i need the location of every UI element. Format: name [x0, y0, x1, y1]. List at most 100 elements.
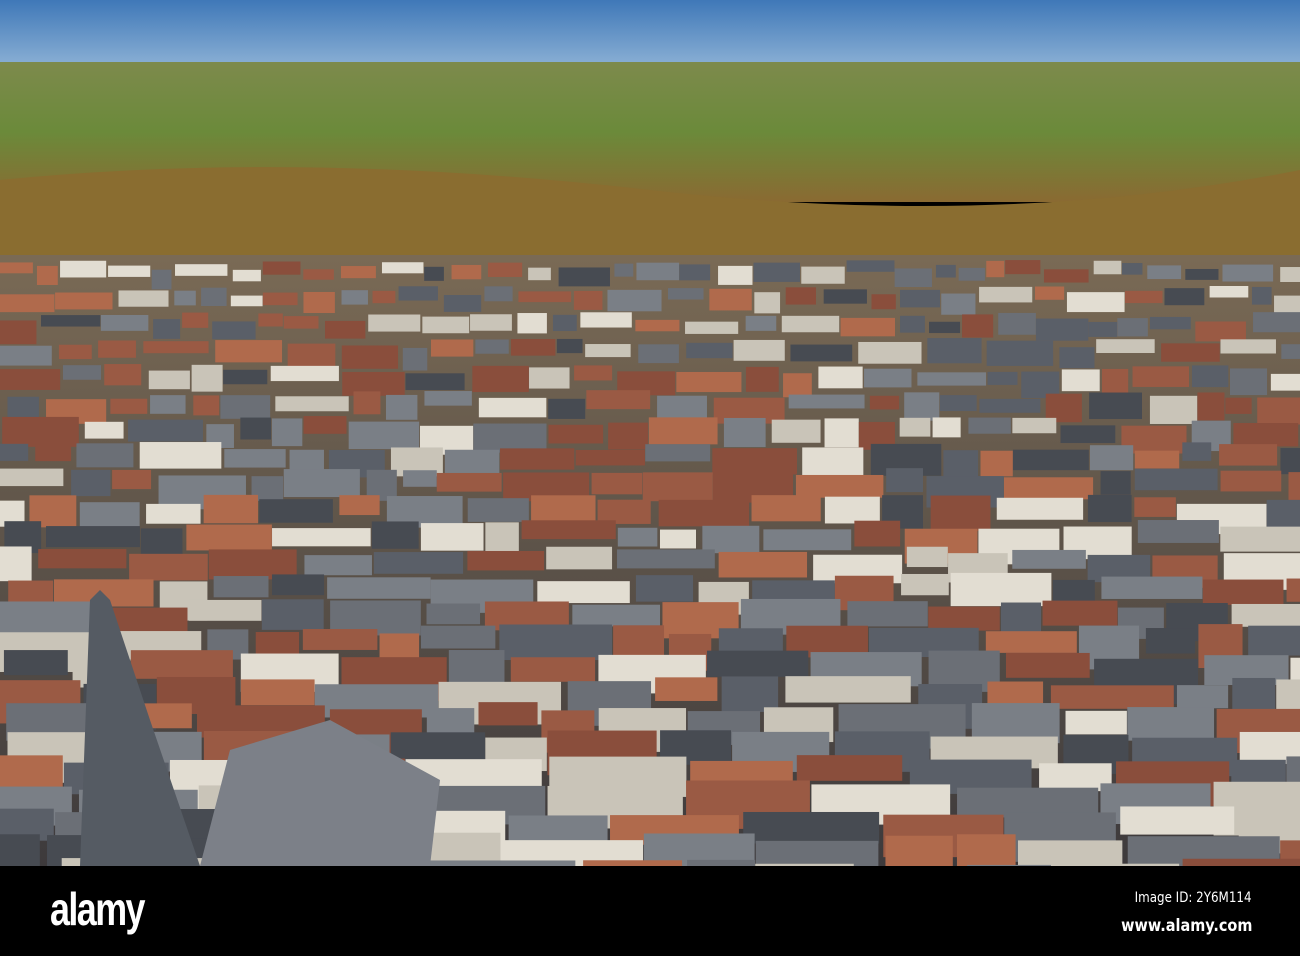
building-roof — [753, 262, 801, 282]
building-roof — [262, 292, 298, 306]
building-roof — [0, 443, 29, 461]
alamy-logo[interactable]: alamy — [50, 882, 146, 936]
building-roof — [864, 368, 912, 388]
building-roof — [232, 269, 261, 282]
building-roof — [518, 291, 572, 303]
building-roof — [283, 469, 360, 498]
building-roof — [340, 266, 376, 279]
building-roof — [745, 366, 779, 392]
building-roof — [707, 650, 809, 677]
building-roof — [193, 395, 220, 416]
building-roof — [1270, 373, 1300, 391]
building-roof — [840, 317, 896, 337]
building-roof — [431, 339, 474, 357]
building-roof — [398, 286, 438, 301]
building-roof — [58, 344, 92, 360]
building-roof — [785, 287, 816, 305]
building-roof — [580, 312, 632, 328]
building-roof — [1191, 365, 1229, 388]
building-roof — [980, 450, 1013, 477]
building-roof — [941, 293, 976, 315]
building-roof — [372, 290, 396, 304]
building-roof — [1197, 392, 1225, 421]
building-roof — [186, 524, 272, 551]
building-roof — [556, 338, 583, 354]
building-roof — [339, 495, 380, 516]
building-roof — [1280, 448, 1300, 475]
building-roof — [1220, 470, 1282, 492]
building-roof — [499, 624, 613, 661]
building-roof — [824, 496, 880, 524]
building-roof — [939, 395, 977, 412]
building-roof — [1117, 318, 1148, 337]
image-id: Image ID: 2Y6M114 — [1135, 890, 1252, 906]
building-roof — [60, 260, 107, 278]
building-roof — [191, 364, 223, 392]
building-roof — [104, 364, 142, 386]
building-roof — [552, 314, 577, 332]
building-roof — [424, 391, 472, 406]
building-roof — [1248, 625, 1300, 656]
building-roof — [55, 292, 113, 310]
building-roof — [745, 315, 777, 331]
building-roof — [35, 444, 72, 462]
building-roof — [230, 295, 263, 307]
building-roof — [40, 315, 101, 327]
building-roof — [182, 312, 209, 328]
building-roof — [475, 339, 509, 354]
building-roof — [3, 650, 68, 676]
building-roof — [968, 417, 1011, 434]
building-roof — [858, 341, 922, 364]
building-roof — [1043, 269, 1089, 283]
building-roof — [1012, 549, 1086, 569]
building-roof — [487, 262, 523, 277]
building-roof — [1042, 600, 1118, 626]
building-roof — [558, 267, 610, 287]
building-roof — [928, 606, 1000, 631]
building-roof — [900, 289, 941, 308]
building-roof — [470, 314, 512, 331]
building-roof — [100, 314, 149, 331]
building-roof — [574, 365, 613, 381]
building-roof — [353, 391, 381, 415]
building-roof — [271, 574, 325, 596]
building-roof — [1222, 264, 1274, 282]
building-roof — [1137, 520, 1219, 543]
building-roof — [1231, 603, 1300, 627]
building-roof — [751, 495, 821, 522]
building-roof — [517, 313, 547, 334]
building-roof — [1274, 295, 1300, 314]
building-roof — [917, 372, 987, 386]
building-roof — [645, 444, 711, 462]
building-roof — [271, 418, 303, 447]
building-roof — [1229, 368, 1268, 396]
building-roof — [385, 394, 418, 420]
building-roof — [642, 472, 713, 502]
building-roof — [979, 398, 1041, 413]
building-roof — [1124, 290, 1163, 304]
building-roof — [1182, 442, 1212, 461]
building-roof — [754, 292, 781, 314]
building-roof — [148, 370, 190, 390]
building-roof — [712, 448, 797, 475]
building-roof — [718, 265, 753, 285]
building-roof — [0, 320, 37, 345]
building-roof — [548, 398, 586, 419]
building-roof — [143, 341, 209, 354]
building-roof — [723, 417, 766, 448]
building-roof — [686, 342, 733, 359]
building-roof — [287, 343, 336, 367]
building-roof — [153, 319, 181, 339]
building-roof — [1101, 368, 1129, 393]
building-roof — [436, 472, 502, 492]
building-roof — [1050, 685, 1174, 709]
building-roof — [679, 264, 711, 281]
building-roof — [548, 424, 604, 444]
site-url[interactable]: www.alamy.com — [1121, 916, 1252, 936]
building-roof — [0, 294, 55, 313]
building-roof — [1089, 392, 1142, 420]
aerial-town-photo — [0, 0, 1300, 866]
building-roof — [956, 834, 1016, 866]
building-roof — [1120, 806, 1235, 835]
building-roof — [1093, 260, 1122, 275]
